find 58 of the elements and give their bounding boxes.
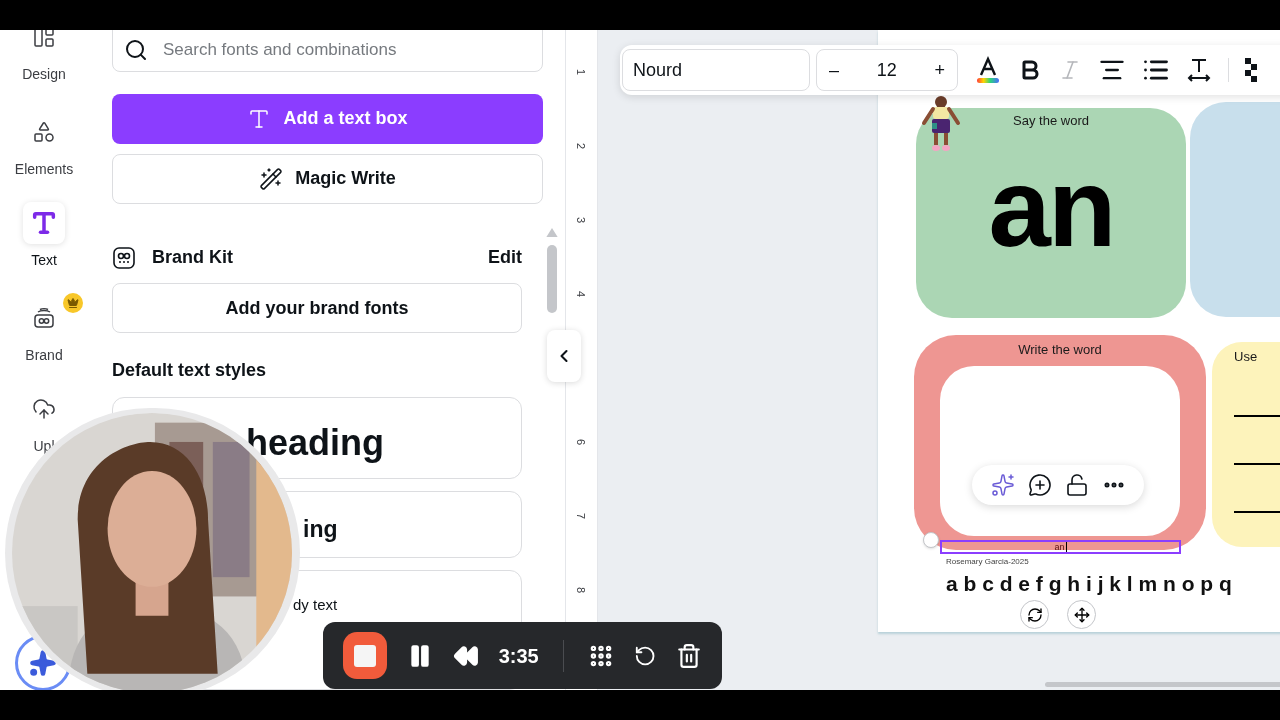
brand-icon [32,306,56,330]
rotate-button[interactable] [1020,600,1049,629]
text-style-label: dy text [293,596,338,613]
unlock-icon[interactable] [1064,473,1089,497]
ruler-number: 4 [575,290,588,298]
selected-text: an [1054,542,1067,552]
ruler-number: 7 [575,512,588,520]
selected-text-box[interactable]: an [940,540,1181,554]
add-comment-icon[interactable] [1027,473,1052,497]
text-style-label: ing [303,516,338,542]
sidebar-item[interactable]: Text [4,202,84,271]
add-brand-fonts-button[interactable]: Add your brand fonts [112,283,522,333]
ruler-number: 8 [575,586,588,594]
letter-spacing-icon[interactable] [1186,57,1212,83]
card-title: Write the word [1018,341,1102,359]
brand-kit-title: Brand Kit [152,246,233,270]
increase-size-button[interactable]: + [934,56,945,84]
decrease-size-button[interactable]: – [829,56,839,84]
alphabet-text: a b c d e f g h i j k l m n o p q [946,571,1232,597]
credit-text: Rosemary Garcia-2025 [946,556,1029,568]
sidebar-item[interactable]: Design [4,30,84,85]
magic-pencil-icon [259,166,284,191]
search-icon [124,38,148,62]
cloud-upload-icon [32,397,56,421]
brand-kit-icon [112,245,136,270]
text-style-label: heading [246,422,384,463]
ruler-number: 3 [575,216,588,224]
add-text-box-button[interactable]: Add a text box [112,94,543,144]
collapse-panel-button[interactable] [547,330,581,382]
move-button[interactable] [1067,600,1096,629]
font-size-value[interactable]: 12 [876,56,897,84]
ruler-number: 1 [575,68,588,76]
card-title: Use [1234,348,1259,366]
recording-time: 3:35 [498,643,539,669]
magic-write-button[interactable]: Magic Write [112,153,543,205]
resize-handle[interactable] [923,532,939,548]
search-field[interactable]: Search fonts and combinations [112,30,543,72]
big-word: an [988,143,1114,272]
ruler-number: 6 [575,438,588,446]
layout-icon [32,30,56,49]
scrollbar-thumb[interactable] [547,245,557,313]
card-title: Say the word [1013,112,1089,130]
sparkle-icon [29,649,57,677]
rotate-icon [1026,606,1043,623]
trash-icon[interactable] [675,641,702,670]
move-icon [1073,606,1090,623]
shapes-icon [32,120,56,144]
text-color-icon[interactable] [974,56,1002,84]
ruler-number: 2 [575,142,588,150]
stop-button[interactable] [343,632,387,679]
edit-link[interactable]: Edit [488,244,522,272]
sidebar-item[interactable]: Elements [4,111,84,180]
magic-edit-icon[interactable] [990,473,1015,497]
section-title: Default text styles [112,359,268,382]
text-icon [30,209,58,237]
transparency-icon[interactable] [1245,57,1257,83]
sidebar-item[interactable]: Brand [4,297,84,366]
font-selector[interactable]: Nourd [622,49,810,91]
